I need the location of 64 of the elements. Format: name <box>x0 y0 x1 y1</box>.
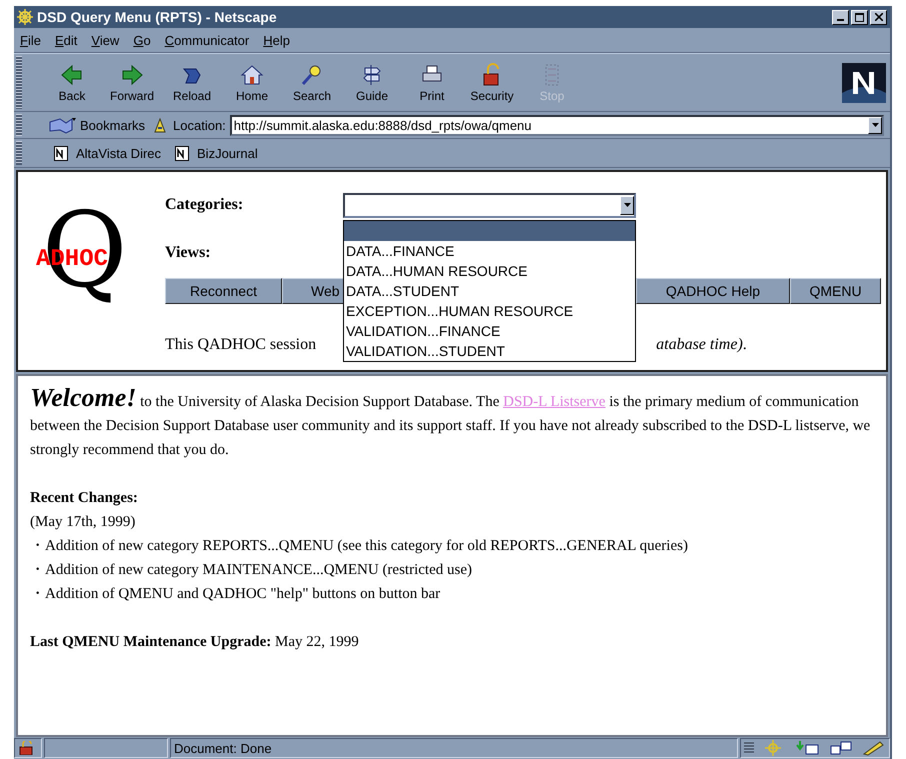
categories-label: Categories: <box>165 196 244 214</box>
minimize-button[interactable] <box>832 10 849 24</box>
dropdown-option[interactable]: VALIDATION...STUDENT <box>344 340 635 360</box>
grip-icon <box>744 741 754 755</box>
toolbar-button[interactable]: Back <box>42 62 102 102</box>
toolbar-button[interactable]: Reload <box>162 62 222 102</box>
toolbar-button[interactable]: Guide <box>342 62 402 102</box>
bookmark-folder-icon <box>48 116 78 134</box>
menu-item[interactable]: Help <box>263 32 290 48</box>
chat-icon[interactable] <box>830 740 852 756</box>
change-item: ・Addition of new category REPORTS...QMENU (see this category for old REPORTS...GENERAL queries) <box>30 537 689 556</box>
change-date: (May 17th, 1999) <box>30 513 136 532</box>
netscape-logo <box>842 62 886 102</box>
dropdown-option[interactable]: EXCEPTION...HUMAN RESOURCE <box>344 300 635 320</box>
menu-item[interactable]: File <box>20 32 41 48</box>
dropdown-button[interactable] <box>620 196 634 214</box>
padlock-icon <box>18 741 34 755</box>
section-heading: Recent Changes: <box>30 489 139 508</box>
dropdown-option[interactable]: DATA...FINANCE <box>344 240 635 260</box>
location-label: Location: <box>173 118 226 132</box>
dropdown-option[interactable]: VALIDATION...FINANCE <box>344 320 635 340</box>
caret-icon <box>624 203 630 207</box>
session-text: atabase time). <box>656 336 747 354</box>
dropdown-option[interactable]: DATA...HUMAN RESOURCE <box>344 260 635 280</box>
nav-button[interactable]: QMENU <box>790 278 881 304</box>
close-icon <box>874 13 882 21</box>
session-text: This QADHOC session <box>165 336 316 354</box>
toolbar-button[interactable]: Search <box>282 62 342 102</box>
change-item: ・Addition of QMENU and QADHOC "help" buttons on button bar <box>30 585 442 604</box>
toolbar-grip[interactable] <box>16 56 22 109</box>
close-button[interactable] <box>870 10 887 24</box>
maximize-button[interactable] <box>851 10 868 24</box>
toolbar-grip[interactable] <box>16 114 22 136</box>
toolbar-button[interactable]: Forward <box>102 62 162 102</box>
window-title: DSD Query Menu (RPTS) - Netscape <box>37 9 278 25</box>
caret-icon <box>872 123 878 127</box>
menu-item[interactable]: Edit <box>54 32 78 48</box>
toolbar-button[interactable]: Print <box>402 62 462 102</box>
menu-item[interactable]: Go <box>133 32 151 48</box>
nav-button[interactable]: QADHOC Help <box>636 278 790 304</box>
maximize-icon <box>855 12 864 22</box>
intro-paragraph: Welcome!to the University of Alaska Decision Support Database. The DSD-L Listserve is the primary medium of communication between the Decision Support Database user community and its support staff. If you have not already subscribed to the DSD-L listserve, we strongly recommend that you do. <box>30 386 872 460</box>
pen-icon[interactable] <box>862 740 886 756</box>
page-icon <box>175 146 190 160</box>
toolbar-grip[interactable] <box>16 141 22 165</box>
toolbar-button[interactable]: Home <box>222 62 282 102</box>
personal-bookmark[interactable]: BizJournal <box>175 146 258 160</box>
menu-item[interactable]: Communicator <box>164 32 250 48</box>
page-icon <box>54 146 68 160</box>
nav-button[interactable]: Reconnect <box>165 278 282 304</box>
dropdown-button[interactable] <box>868 116 882 134</box>
views-label: Views: <box>165 244 212 262</box>
toolbar-button[interactable]: Security <box>462 62 522 102</box>
house-icon <box>239 62 265 86</box>
upgrade-text: Last QMENU Maintenance Upgrade: May 22, 1999 <box>30 633 360 652</box>
categories-dropdown[interactable] <box>343 192 636 218</box>
dropdown-option[interactable]: DATA...STUDENT <box>344 280 635 300</box>
url-field[interactable]: http://summit.alaska.edu:8888/dsd_rpts/owa/qmenu <box>230 114 884 136</box>
personal-bookmark[interactable]: AltaVista Direc <box>40 146 162 160</box>
status-text: Document: Done <box>170 738 738 758</box>
change-item: ・Addition of new category MAINTENANCE...QMENU (restricted use) <box>30 561 473 580</box>
bookmarks-button[interactable]: Bookmarks <box>30 116 148 134</box>
menu-item[interactable]: View <box>91 32 120 48</box>
mail-icon[interactable] <box>796 740 820 756</box>
